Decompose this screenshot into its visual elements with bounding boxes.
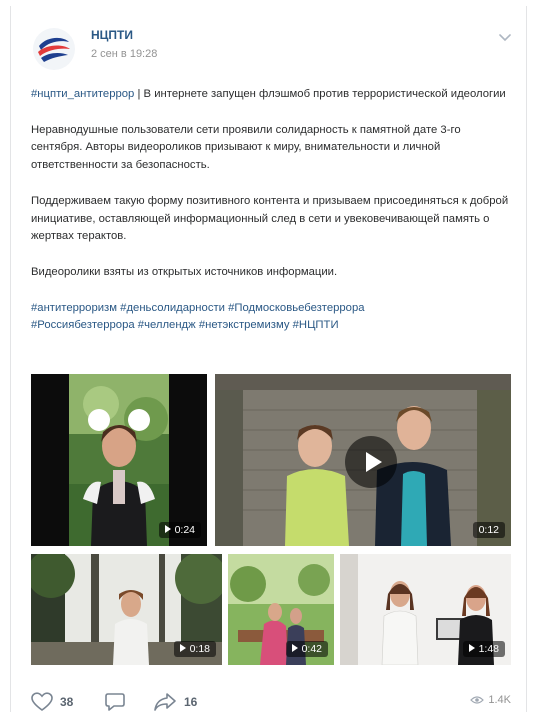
hashtag-link[interactable]: #нетэкстремизму	[199, 319, 290, 331]
share-button[interactable]: 16	[153, 692, 197, 712]
video-duration: 0:24	[158, 522, 201, 538]
post-actions: 38 16 1.4K	[31, 692, 511, 714]
play-icon	[291, 644, 298, 652]
eye-icon	[470, 696, 485, 704]
play-button[interactable]	[345, 436, 397, 488]
hashtag-link[interactable]: #деньсолидарности	[120, 302, 225, 314]
post-header: НЦПТИ 2 сен в 19:28	[11, 6, 526, 70]
intro-text: | В интернете запущен флэшмоб против тер…	[134, 88, 506, 100]
hashtag-link[interactable]: #НЦПТИ	[293, 319, 339, 331]
video-preview-image	[31, 374, 207, 546]
video-thumbnail[interactable]: 0:18	[31, 554, 222, 665]
shares-count: 16	[184, 695, 198, 709]
intro-paragraph: #нцпти_антитеррор | В интернете запущен …	[31, 86, 509, 104]
likes-count: 38	[60, 695, 74, 709]
post-date[interactable]: 2 сен в 19:28	[91, 48, 157, 60]
hashtag-link[interactable]: #нцпти_антитеррор	[31, 88, 134, 100]
play-icon	[179, 644, 186, 652]
author-name[interactable]: НЦПТИ	[91, 28, 133, 42]
like-button[interactable]: 38	[31, 692, 73, 712]
logo-icon	[38, 37, 70, 62]
views-count: 1.4K	[488, 694, 511, 706]
paragraph: Поддерживаем такую форму позитивного кон…	[31, 194, 509, 243]
video-duration: 0:18	[173, 641, 216, 657]
video-duration: 1:48	[462, 641, 505, 657]
play-icon	[164, 525, 171, 533]
video-thumbnail[interactable]: 1:48	[340, 554, 511, 665]
video-thumbnail[interactable]: 0:24	[31, 374, 207, 546]
post-text: #нцпти_антитеррор | В интернете запущен …	[31, 86, 509, 335]
hashtag-link[interactable]: #Россиябезтеррора	[31, 319, 135, 331]
heart-icon	[31, 692, 53, 711]
video-thumbnail[interactable]: 0:42	[228, 554, 334, 665]
post-card: НЦПТИ 2 сен в 19:28 #нцпти_антитеррор | …	[10, 6, 527, 712]
post-menu-button[interactable]	[496, 30, 514, 44]
share-icon	[154, 693, 176, 711]
paragraph: Неравнодушные пользователи сети проявили…	[31, 123, 461, 172]
video-thumbnail[interactable]: 0:12	[215, 374, 511, 546]
hashtag-link[interactable]: #антитерроризм	[31, 302, 117, 314]
hashtag-link[interactable]: #челлендж	[138, 319, 196, 331]
paragraph: Видеоролики взяты из открытых источников…	[31, 265, 338, 278]
views-counter: 1.4K	[470, 694, 511, 706]
avatar[interactable]	[33, 28, 75, 70]
video-duration: 0:12	[472, 522, 505, 538]
video-duration: 0:42	[285, 641, 328, 657]
comment-button[interactable]	[105, 692, 125, 712]
play-icon	[468, 644, 475, 652]
comment-icon	[105, 693, 125, 711]
video-gallery: 0:24 0:12 0:18 0:42 1:48	[31, 374, 511, 665]
hashtags: #антитерроризм #деньсолидарности #Подмос…	[31, 300, 509, 336]
hashtag-link[interactable]: #Подмосковьебезтеррора	[228, 302, 364, 314]
chevron-down-icon	[499, 34, 511, 42]
